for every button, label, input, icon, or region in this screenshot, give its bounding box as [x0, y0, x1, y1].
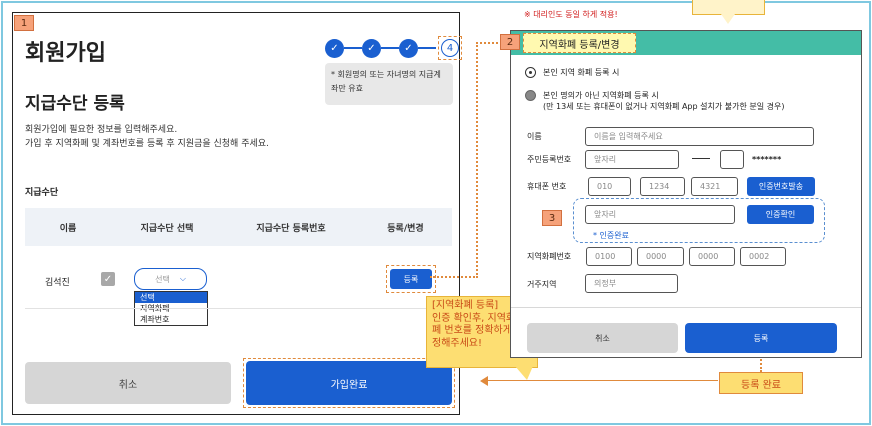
verify-button[interactable]: 인증확인 [747, 205, 814, 224]
verify-done-text: * 인증완료 [593, 231, 629, 240]
join-button-highlight: 가입완료 [243, 358, 455, 408]
radio-checked-icon[interactable] [525, 67, 536, 78]
page-title: 회원가입 [25, 41, 106, 66]
column-header-number: 지급수단 등록번호 [256, 223, 326, 234]
step-current-highlight: 4 [438, 36, 462, 60]
step-2-done-icon: ✓ [362, 38, 381, 58]
divider [511, 307, 861, 308]
modal-register-button[interactable]: 등록 [685, 323, 837, 353]
connector-line [476, 42, 478, 278]
phone-input-1[interactable]: 010 [588, 177, 631, 196]
select-value: 선택 [155, 274, 170, 284]
radio-unchecked-icon[interactable] [525, 90, 536, 101]
radio-other[interactable]: 본인 명의가 아닌 지역화폐 등록 시 (만 13세 또는 휴대폰이 없거나 지… [525, 90, 784, 112]
currency-number-label: 지역화폐번호 [527, 252, 572, 261]
description-line: 회원가입에 필요한 정보를 입력해주세요. [25, 125, 178, 135]
step-connector [344, 47, 362, 49]
local-currency-modal: 지역화폐 등록/변경 본인 지역 화폐 등록 시 본인 명의가 아닌 지역화폐 … [510, 30, 862, 358]
rrn-label: 주민등록번호 [527, 155, 572, 164]
send-code-button[interactable]: 인증번호발송 [747, 177, 815, 196]
phone-input-3[interactable]: 4321 [691, 177, 738, 196]
connector-arrow-line [486, 380, 718, 381]
description-line: 가입 후 지역화폐 및 계좌번호를 등록 후 지원금을 신청해 주세요. [25, 139, 269, 149]
top-callout-tail [721, 14, 735, 24]
modal-header: 지역화폐 등록/변경 [511, 31, 861, 55]
region-input[interactable]: 의정부 [585, 274, 678, 293]
payment-section-label: 지급수단 [25, 188, 59, 198]
register-button-highlight: 등록 [386, 265, 436, 293]
cancel-button[interactable]: 취소 [25, 362, 231, 404]
join-complete-button[interactable]: 가입완료 [246, 361, 452, 405]
currency-input-4[interactable]: 0002 [740, 247, 786, 266]
callout-tail [515, 366, 533, 380]
top-callout [692, 0, 765, 15]
rrn-dash [692, 158, 710, 159]
register-button[interactable]: 등록 [390, 269, 432, 289]
column-header-name: 이름 [59, 223, 77, 234]
annotation-badge-2: 2 [500, 34, 520, 50]
verify-code-input[interactable]: 앞자리 [585, 205, 735, 224]
step-3-done-icon: ✓ [399, 38, 418, 58]
chevron-down-icon: ⌵ [179, 274, 186, 283]
row-checkbox[interactable]: ✓ [101, 272, 115, 286]
radio-self[interactable]: 본인 지역 화폐 등록 시 [525, 67, 619, 78]
dropdown-option[interactable]: 선택 [135, 292, 207, 303]
currency-input-1[interactable]: 0100 [586, 247, 632, 266]
divider [25, 308, 452, 309]
radio-other-sublabel: (만 13세 또는 휴대폰이 없거나 지역화폐 App 설치가 불가한 분일 경… [543, 102, 785, 111]
dropdown-option[interactable]: 계좌번호 [135, 314, 207, 325]
signup-panel: 회원가입 ✓ ✓ ✓ 4 * 회원명의 또는 자녀명의 지급계좌만 유효 지급수… [12, 12, 462, 415]
phone-input-2[interactable]: 1234 [640, 177, 685, 196]
column-header-method: 지급수단 선택 [140, 223, 194, 234]
column-header-action: 등록/변경 [387, 223, 424, 234]
step-connector [418, 47, 436, 49]
currency-input-2[interactable]: 0000 [637, 247, 684, 266]
proxy-note: ※ 대리인도 동일 하게 적용! [524, 10, 618, 19]
rrn-masked: ******* [752, 155, 782, 164]
connector-line [476, 42, 498, 44]
modal-cancel-button[interactable]: 취소 [527, 323, 678, 353]
payment-method-select[interactable]: 선택 ⌵ [134, 268, 207, 290]
currency-input-3[interactable]: 0000 [689, 247, 735, 266]
step-1-done-icon: ✓ [325, 38, 344, 58]
phone-label: 휴대폰 번호 [527, 182, 567, 191]
rrn-back-input[interactable] [720, 150, 744, 169]
table-header: 이름 지급수단 선택 지급수단 등록번호 등록/변경 [25, 208, 452, 246]
step-connector [381, 47, 399, 49]
section-title: 지급수단 등록 [25, 94, 125, 114]
description: 회원가입에 필요한 정보를 입력해주세요. 가입 후 지역화폐 및 계좌번호를 … [25, 123, 269, 151]
step-indicator: ✓ ✓ ✓ 4 [325, 36, 462, 60]
radio-other-label: 본인 명의가 아닌 지역화폐 등록 시 [543, 91, 659, 100]
row-name: 김석진 [45, 278, 70, 288]
rrn-front-input[interactable]: 앞자리 [585, 150, 679, 169]
region-label: 거주지역 [527, 280, 557, 289]
name-label: 이름 [527, 132, 542, 141]
radio-self-label: 본인 지역 화폐 등록 시 [543, 68, 620, 77]
account-notice: * 회원명의 또는 자녀명의 지급계좌만 유효 [325, 63, 453, 105]
annotation-badge-3: 3 [542, 210, 562, 226]
step-4-current: 4 [441, 39, 459, 57]
register-complete-label: 등록 완료 [719, 372, 803, 394]
modal-title: 지역화폐 등록/변경 [523, 33, 636, 53]
annotation-badge-1: 1 [14, 15, 34, 31]
name-input[interactable]: 이름을 입력해주세요 [585, 127, 814, 146]
connector-line [430, 276, 478, 278]
arrow-left-icon [480, 376, 488, 386]
